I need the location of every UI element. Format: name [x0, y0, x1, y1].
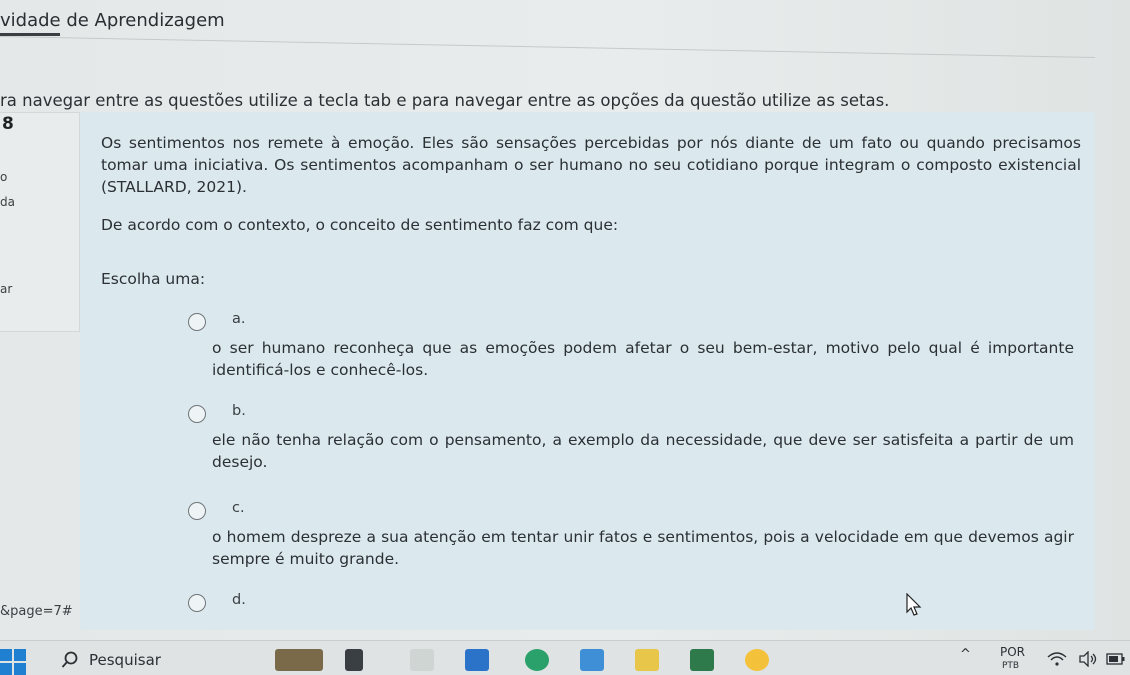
taskbar-search[interactable]: Pesquisar	[55, 647, 255, 673]
page-anchor-text: &page=7#	[0, 604, 73, 619]
question-info-line: o	[0, 170, 8, 184]
teams-icon[interactable]	[465, 649, 489, 671]
language-sub-indicator: PTB	[1002, 661, 1020, 671]
option-text[interactable]: ele não tenha relação com o pensamento, …	[212, 429, 1074, 473]
question-number: 8	[2, 114, 14, 134]
option-text[interactable]: o ser humano reconheça que as emoções po…	[212, 337, 1074, 381]
task-view-icon[interactable]	[345, 649, 363, 671]
radio-button[interactable]	[188, 502, 206, 520]
question-prompt: De acordo com o contexto, o conceito de …	[101, 216, 619, 234]
search-label: Pesquisar	[89, 651, 161, 669]
volume-icon[interactable]	[1078, 651, 1100, 667]
battery-icon[interactable]	[1106, 652, 1126, 666]
store-icon[interactable]	[580, 649, 604, 671]
edge-browser-icon[interactable]	[525, 649, 549, 671]
option-letter: b.	[232, 403, 246, 419]
radio-button[interactable]	[188, 313, 206, 331]
quiz-page: vidade de Aprendizagem ra navegar entre …	[0, 0, 1130, 640]
question-paragraph: Os sentimentos nos remete à emoção. Eles…	[101, 134, 1081, 196]
taskbar: Pesquisar ^ POR PTB	[0, 640, 1130, 675]
tray-caret-icon[interactable]: ^	[960, 647, 971, 662]
option-text[interactable]: o homem despreze a sua atenção em tentar…	[212, 526, 1074, 570]
mouse-cursor-icon	[906, 593, 922, 616]
radio-button[interactable]	[188, 594, 206, 612]
question-info-line: da	[0, 195, 15, 209]
navigation-instructions: ra navegar entre as questões utilize a t…	[0, 91, 890, 110]
app-icon[interactable]	[690, 649, 714, 671]
search-icon	[61, 651, 78, 668]
wifi-icon[interactable]	[1046, 651, 1068, 667]
option-letter: d.	[232, 592, 246, 608]
title-divider	[0, 36, 1095, 59]
radio-button[interactable]	[188, 405, 206, 423]
news-widget-icon[interactable]	[275, 649, 323, 671]
option-letter: a.	[232, 311, 246, 327]
option-letter: c.	[232, 500, 245, 516]
app-icon[interactable]	[410, 649, 434, 671]
page-title: vidade de Aprendizagem	[0, 10, 225, 31]
windows-start-icon[interactable]	[0, 649, 26, 675]
choose-label: Escolha uma:	[101, 270, 206, 288]
file-explorer-icon[interactable]	[635, 649, 659, 671]
chrome-icon[interactable]	[745, 649, 769, 671]
question-info-line: ar	[0, 282, 13, 296]
language-indicator[interactable]: POR	[1000, 645, 1025, 659]
question-info-box	[0, 112, 80, 332]
question-text: Os sentimentos nos remete à emoção. Eles…	[101, 132, 1081, 252]
